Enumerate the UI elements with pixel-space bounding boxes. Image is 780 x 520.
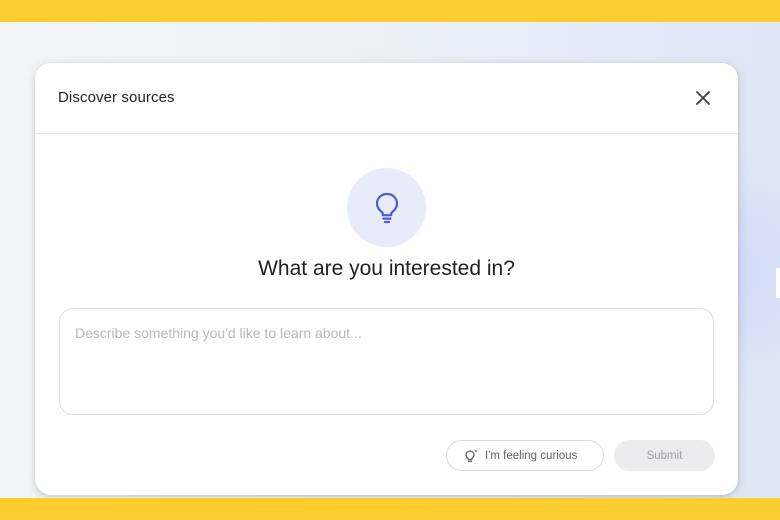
background-panel-edge <box>776 268 780 298</box>
hero-icon-circle <box>347 168 426 247</box>
discover-sources-dialog: Discover sources What are you interested… <box>35 63 738 495</box>
submit-button[interactable]: Submit <box>614 440 715 471</box>
background-canvas: Discover sources What are you interested… <box>0 22 780 498</box>
close-icon <box>696 91 710 105</box>
dialog-header: Discover sources <box>35 63 738 134</box>
close-button[interactable] <box>690 85 716 111</box>
dialog-title: Discover sources <box>58 89 175 106</box>
lightbulb-icon <box>375 192 398 223</box>
lightbulb-sparkle-icon <box>465 448 478 462</box>
headline: What are you interested in? <box>258 257 515 280</box>
feeling-curious-label: I'm feeling curious <box>485 449 578 462</box>
interest-input[interactable] <box>59 308 714 415</box>
feeling-curious-button[interactable]: I'm feeling curious <box>446 440 604 471</box>
